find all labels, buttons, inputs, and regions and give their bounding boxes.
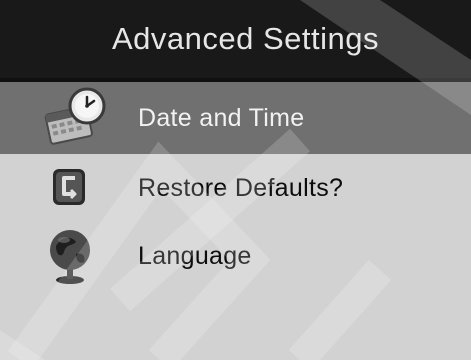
advanced-settings-screen: Advanced Settings Date and Time Restore … xyxy=(0,0,471,360)
settings-menu: Date and Time Restore Defaults? Language xyxy=(0,82,471,290)
page-title: Advanced Settings xyxy=(111,21,379,56)
menu-item-label: Date and Time xyxy=(138,103,305,132)
menu-item-label: Restore Defaults? xyxy=(138,173,344,202)
header-bar: Advanced Settings xyxy=(0,0,471,78)
restore-icon xyxy=(42,156,108,220)
menu-item-label: Language xyxy=(138,241,252,270)
menu-item-restore-defaults[interactable]: Restore Defaults? xyxy=(0,154,471,222)
calendar-clock-icon xyxy=(42,86,108,150)
globe-icon xyxy=(42,224,108,288)
menu-item-language[interactable]: Language xyxy=(0,222,471,290)
menu-item-date-and-time[interactable]: Date and Time xyxy=(0,82,471,154)
